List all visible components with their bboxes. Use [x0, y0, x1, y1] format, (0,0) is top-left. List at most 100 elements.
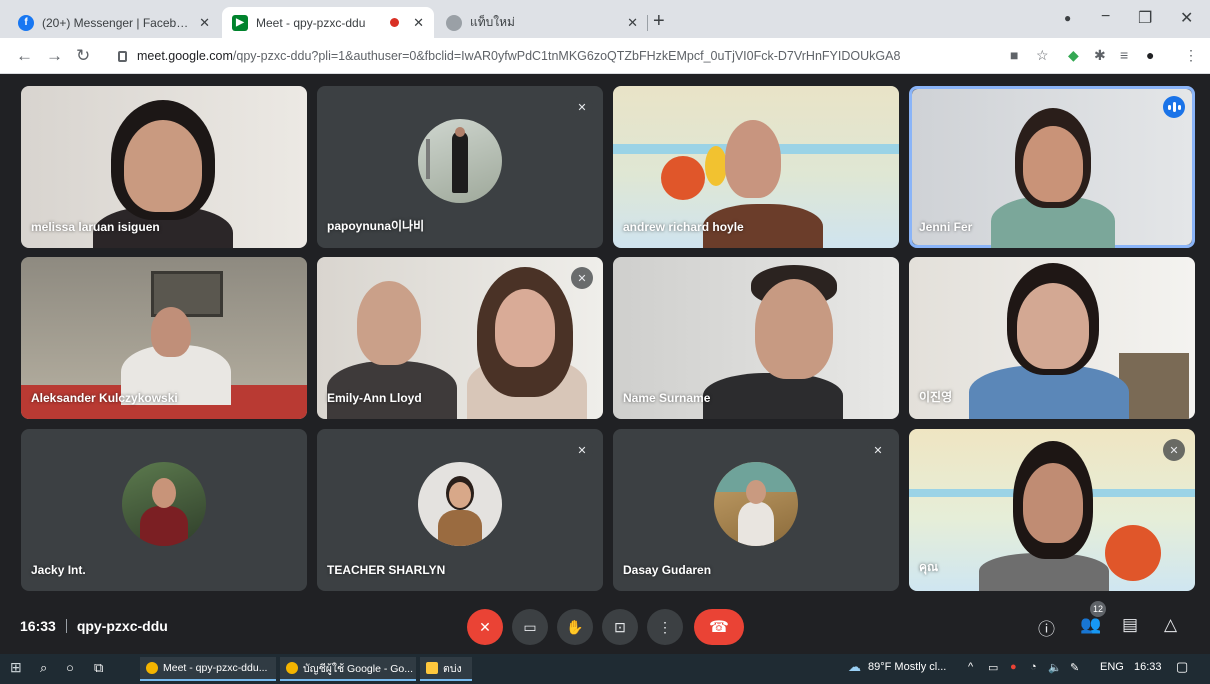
menu-kebab-icon[interactable]: ⋮ — [1184, 47, 1198, 64]
meeting-info-icon[interactable]: ⓘ — [1038, 615, 1055, 640]
participant-name: papoynuna이나비 — [327, 219, 425, 233]
participant-tile[interactable]: ✕ papoynuna이나비 — [317, 86, 603, 248]
browser-tab-strip: f (20+) Messenger | Facebook ✕ ▶ Meet - … — [0, 0, 1210, 38]
tab-meet[interactable]: ▶ Meet - qpy-pzxc-ddu ✕ — [222, 7, 434, 38]
pen-icon[interactable]: ✎ — [1070, 661, 1079, 674]
windows-start-icon[interactable]: ⊞ — [10, 659, 22, 676]
more-options-button[interactable]: ⋮ — [647, 609, 683, 645]
address-bar[interactable]: meet.google.com/qpy-pzxc-ddu?pli=1&authu… — [108, 42, 998, 70]
task-view-icon[interactable]: ⧉ — [94, 660, 103, 676]
bookmark-star-icon[interactable]: ☆ — [1036, 47, 1049, 64]
taskbar-app-chrome-meet[interactable]: Meet - qpy-pzxc-ddu... — [140, 657, 276, 681]
forward-arrow-icon[interactable]: → — [46, 46, 63, 66]
system-tray-chevron-icon[interactable]: ^ — [968, 661, 973, 673]
extension-icon[interactable]: ◆ — [1068, 47, 1079, 64]
taskbar-app-folder[interactable]: ตบ่ง — [420, 657, 472, 681]
participant-name: 이진영 — [919, 390, 953, 404]
new-tab-button[interactable]: + — [653, 10, 665, 33]
input-language[interactable]: ENG — [1100, 661, 1124, 673]
participant-tile-speaking[interactable]: Jenni Fer — [909, 86, 1195, 248]
people-icon[interactable]: 👥 — [1080, 615, 1101, 635]
window-close-button[interactable]: ✕ — [1180, 8, 1193, 28]
profile-icon[interactable]: ● — [1064, 11, 1071, 25]
leave-call-button[interactable]: ☎ — [694, 609, 744, 645]
video-feed — [1105, 525, 1161, 581]
participant-tile[interactable]: ✕ คุณ — [909, 429, 1195, 591]
taskbar-app-chrome-google[interactable]: บัญชีผู้ใช้ Google - Go... — [280, 657, 416, 681]
mic-muted-icon: ✕ — [867, 439, 889, 461]
windows-taskbar: ⊞ ⌕ ○ ⧉ Meet - qpy-pzxc-ddu... บัญชีผู้ใ… — [0, 654, 1210, 684]
participant-tile[interactable]: andrew richard hoyle — [613, 86, 899, 248]
volume-icon[interactable]: 🔈 — [1048, 661, 1062, 674]
participant-tile[interactable]: ✕ Dasay Gudaren — [613, 429, 899, 591]
participant-tile[interactable]: Name Surname — [613, 257, 899, 419]
meeting-grid: melissa laruan isiguen ✕ papoynuna이나비 an… — [0, 74, 1210, 654]
folder-icon — [426, 662, 438, 674]
video-feed — [1017, 283, 1089, 369]
taskbar-app-label: บัญชีผู้ใช้ Google - Go... — [303, 662, 414, 675]
weather-text[interactable]: 89°F Mostly cl... — [868, 661, 946, 673]
taskbar-clock[interactable]: 16:33 — [1134, 661, 1162, 673]
participant-name: andrew richard hoyle — [623, 220, 744, 234]
maximize-button[interactable]: ❐ — [1138, 8, 1152, 28]
notifications-icon[interactable]: ▢ — [1176, 659, 1188, 675]
mic-muted-icon: ✕ — [571, 267, 593, 289]
participant-tile[interactable]: melissa laruan isiguen — [21, 86, 307, 248]
profile-avatar-icon[interactable]: ● — [1146, 47, 1154, 63]
tab-new-tab[interactable]: แท็บใหม่ ✕ — [436, 7, 648, 38]
participant-name: คุณ — [919, 560, 939, 574]
back-arrow-icon[interactable]: ← — [16, 46, 33, 66]
camera-in-use-icon[interactable]: ■ — [1010, 47, 1018, 63]
close-tab-icon[interactable]: ✕ — [627, 15, 638, 31]
participant-avatar — [418, 461, 502, 546]
participant-name: melissa laruan isiguen — [31, 220, 160, 234]
close-tab-icon[interactable]: ✕ — [199, 15, 210, 31]
mic-off-icon: ✕ — [479, 618, 491, 635]
video-feed — [357, 281, 421, 365]
mic-toggle-button[interactable]: ✕ — [467, 609, 503, 645]
wifi-icon[interactable]: ◔ — [1030, 661, 1037, 673]
url-host: meet.google.com — [137, 49, 233, 63]
video-feed — [327, 361, 457, 419]
puzzle-extensions-icon[interactable]: ✱ — [1094, 47, 1106, 64]
hand-icon: ✋ — [566, 618, 584, 635]
video-feed — [495, 289, 555, 367]
cortana-icon[interactable]: ○ — [66, 660, 74, 675]
participant-tile[interactable]: Aleksander Kulczykowski — [21, 257, 307, 419]
close-tab-icon[interactable]: ✕ — [413, 15, 424, 31]
participant-tile[interactable]: Jacky Int. — [21, 429, 307, 591]
video-feed — [1023, 126, 1083, 202]
participant-name: Jacky Int. — [31, 563, 86, 577]
blank-page-icon — [446, 14, 462, 31]
video-feed — [1119, 353, 1189, 419]
weather-cloud-icon: ☁ — [848, 659, 861, 674]
network-icon[interactable]: ▭ — [988, 661, 998, 674]
participant-tile[interactable]: ✕ Emily-Ann Lloyd — [317, 257, 603, 419]
reading-list-icon[interactable]: ≡ — [1120, 47, 1128, 63]
participant-count-badge: 12 — [1090, 601, 1106, 617]
participant-avatar — [714, 461, 798, 546]
participant-name: Dasay Gudaren — [623, 563, 712, 577]
chrome-icon — [146, 662, 158, 674]
tray-app-icon[interactable]: ● — [1010, 661, 1017, 673]
activities-icon[interactable]: △ — [1164, 615, 1177, 635]
tab-title: แท็บใหม่ — [470, 15, 515, 29]
reload-icon[interactable]: ↻ — [76, 46, 90, 66]
present-screen-button[interactable]: ⊡ — [602, 609, 638, 645]
browser-toolbar: ← → ↻ meet.google.com/qpy-pzxc-ddu?pli=1… — [0, 38, 1210, 74]
tab-title: Meet - qpy-pzxc-ddu — [256, 15, 366, 30]
search-icon[interactable]: ⌕ — [40, 660, 47, 676]
end-call-icon: ☎ — [709, 619, 729, 636]
meeting-code: qpy-pzxc-ddu — [76, 618, 168, 634]
tab-messenger[interactable]: f (20+) Messenger | Facebook ✕ — [8, 7, 220, 38]
chat-icon[interactable]: ▤ — [1122, 615, 1138, 635]
present-icon: ⊡ — [614, 618, 626, 635]
video-feed — [661, 156, 705, 200]
raise-hand-button[interactable]: ✋ — [557, 609, 593, 645]
minimize-button[interactable]: − — [1101, 8, 1110, 26]
participant-tile[interactable]: ✕ TEACHER SHARLYN — [317, 429, 603, 591]
participant-tile[interactable]: 이진영 — [909, 257, 1195, 419]
camera-icon: ▭ — [523, 618, 537, 635]
mic-muted-icon: ✕ — [1163, 439, 1185, 461]
camera-toggle-button[interactable]: ▭ — [512, 609, 548, 645]
